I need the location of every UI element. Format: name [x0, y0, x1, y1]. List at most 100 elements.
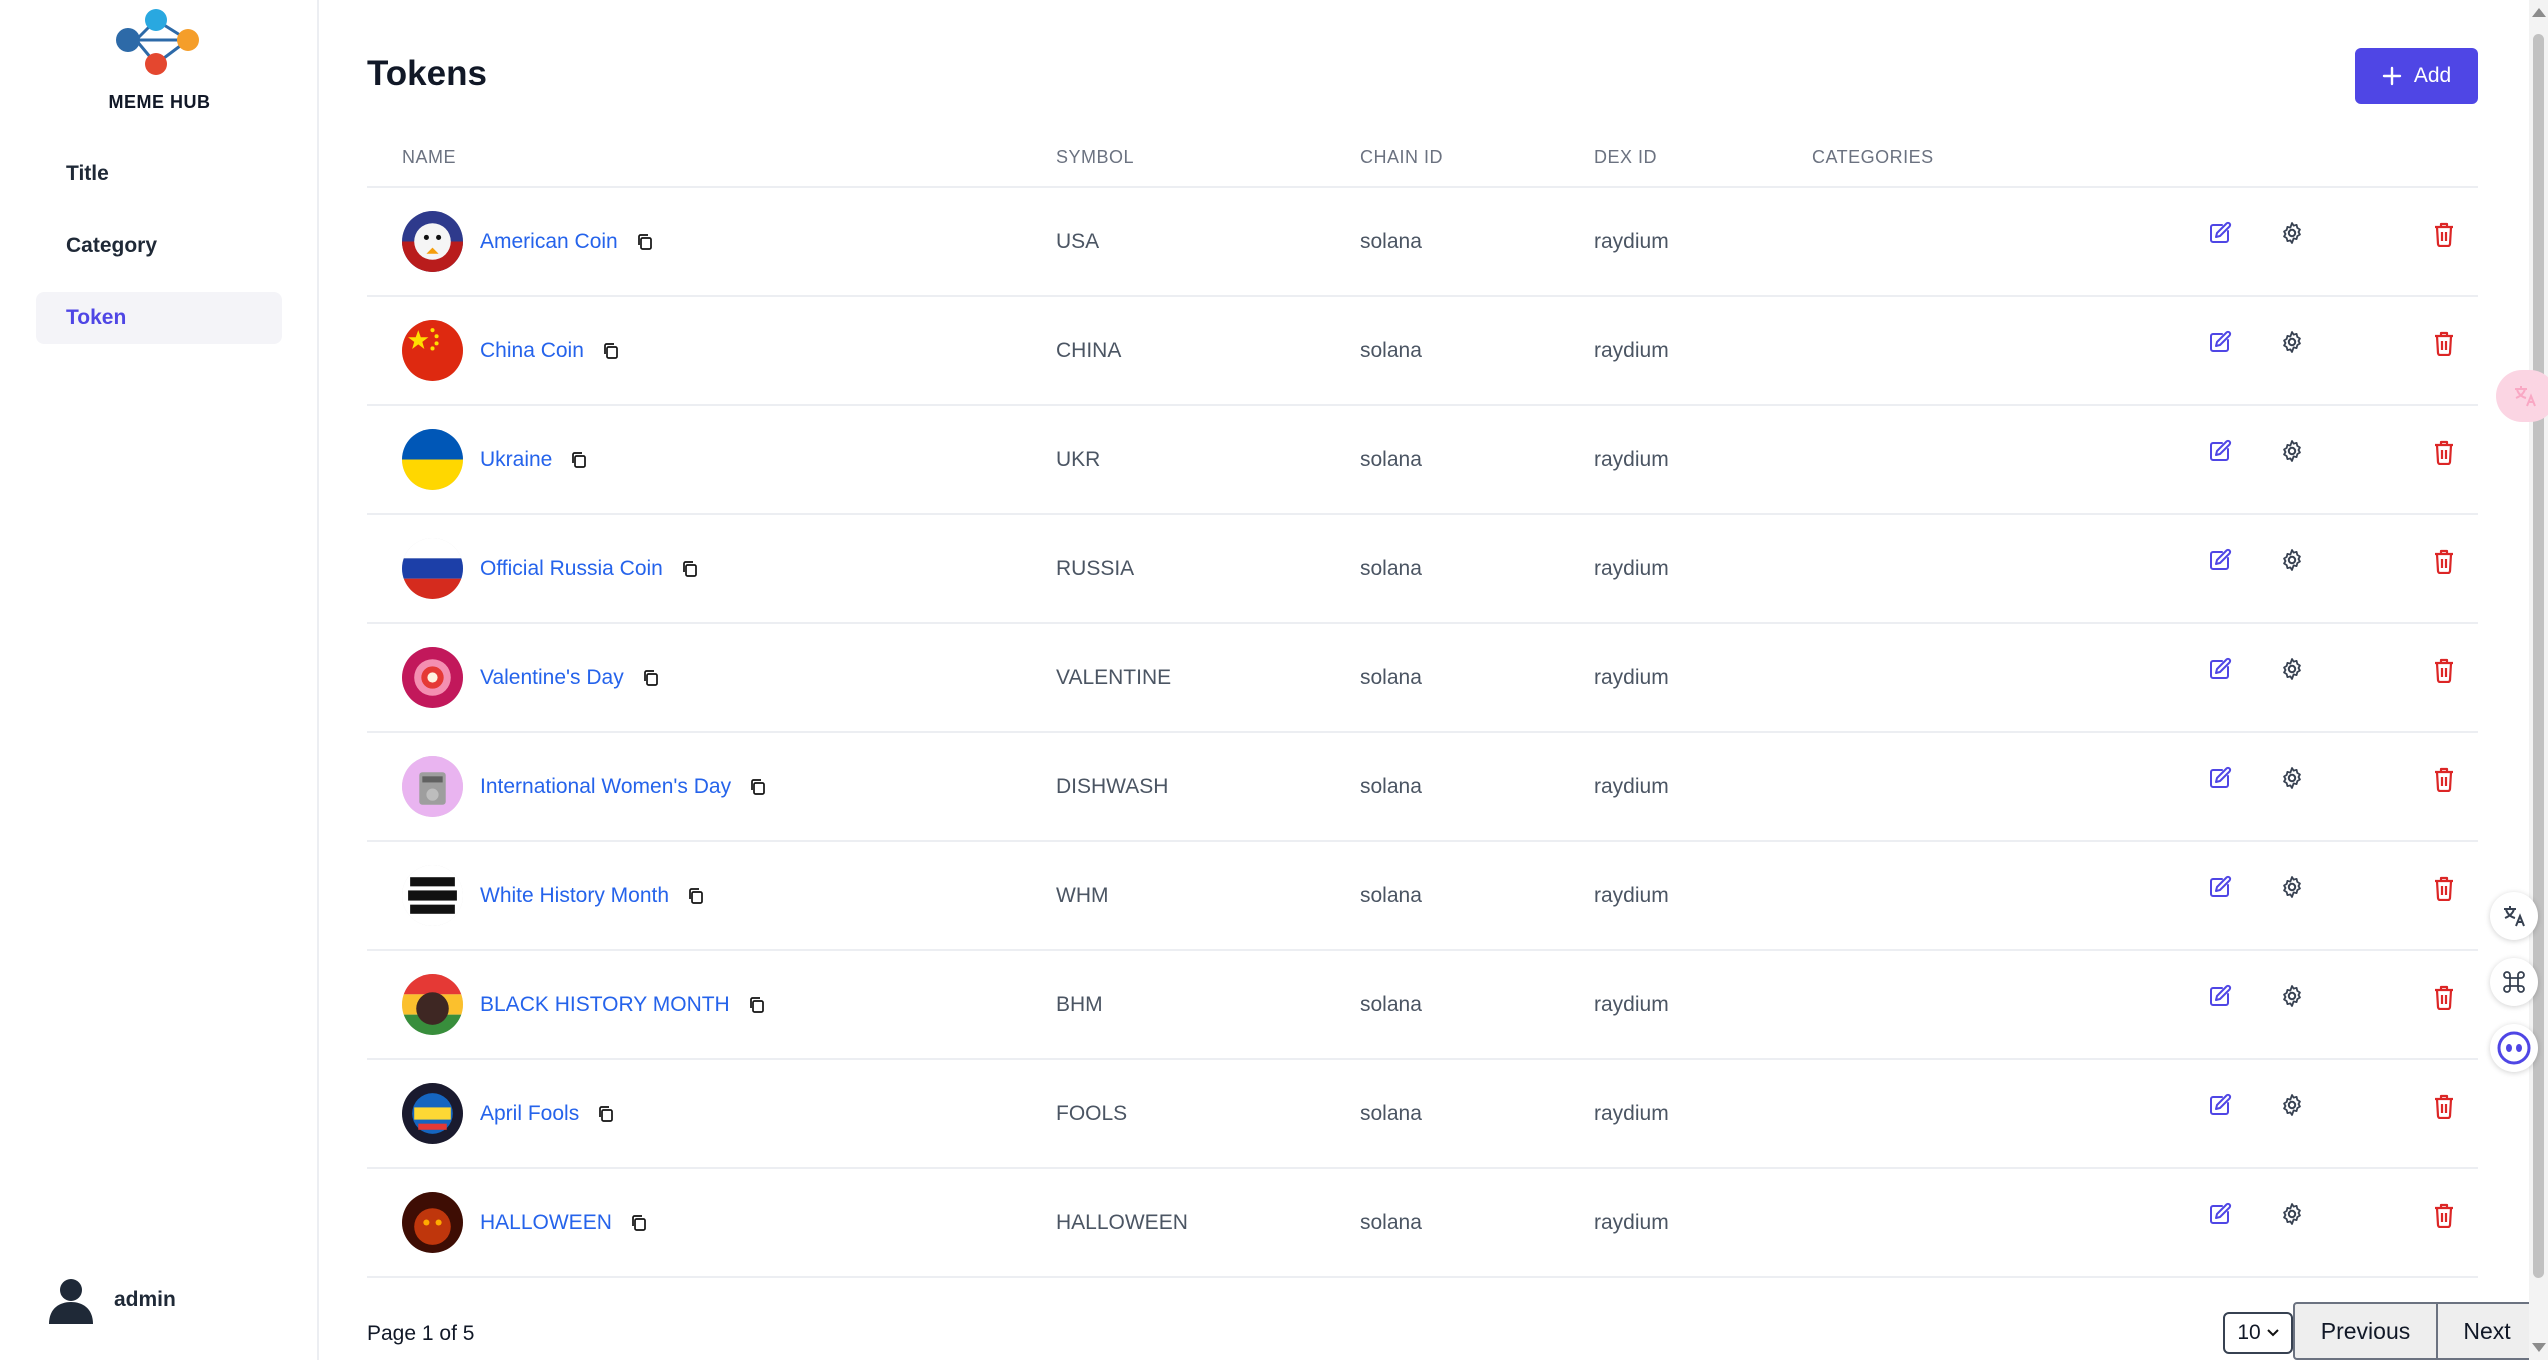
token-name-link[interactable]: Official Russia Coin — [480, 557, 663, 581]
gear-icon[interactable] — [2280, 1202, 2304, 1231]
token-name-link[interactable]: Ukraine — [480, 448, 552, 472]
add-token-button[interactable]: Add — [2355, 48, 2478, 104]
trash-icon[interactable] — [2432, 984, 2456, 1015]
edit-icon[interactable] — [2208, 548, 2232, 577]
assistant-icon — [2497, 1031, 2531, 1065]
chain-id-cell: solana — [1360, 1101, 1422, 1125]
gear-icon[interactable] — [2280, 548, 2304, 577]
edit-icon[interactable] — [2208, 221, 2232, 250]
token-name-link[interactable]: American Coin — [480, 230, 618, 254]
chain-id-cell: solana — [1360, 665, 1422, 689]
edit-icon[interactable] — [2208, 439, 2232, 468]
assistant-widget-button[interactable] — [2490, 1024, 2538, 1072]
translate-widget-button[interactable] — [2490, 892, 2538, 940]
chain-id-cell: solana — [1360, 447, 1422, 471]
trash-icon[interactable] — [2432, 221, 2456, 252]
trash-icon[interactable] — [2432, 548, 2456, 579]
trash-icon[interactable] — [2432, 330, 2456, 361]
copy-icon[interactable] — [602, 342, 620, 360]
symbol-cell: RUSSIA — [1056, 556, 1135, 580]
chain-id-cell: solana — [1360, 1210, 1422, 1234]
gear-icon[interactable] — [2280, 439, 2304, 468]
previous-page-button[interactable]: Previous — [2293, 1302, 2438, 1360]
gear-icon[interactable] — [2280, 657, 2304, 686]
copy-icon[interactable] — [636, 233, 654, 251]
token-name-link[interactable]: China Coin — [480, 339, 584, 363]
token-name-link[interactable]: Valentine's Day — [480, 666, 624, 690]
edit-icon[interactable] — [2208, 875, 2232, 904]
name-cell: Valentine's Day — [402, 624, 660, 731]
sidebar-item-token[interactable]: Token — [36, 292, 282, 344]
name-cell: White History Month — [402, 842, 705, 949]
gear-icon[interactable] — [2280, 875, 2304, 904]
page-info: Page 1 of 5 — [367, 1322, 475, 1345]
user-name: admin — [114, 1288, 176, 1311]
token-avatar — [402, 211, 463, 272]
edit-icon[interactable] — [2208, 330, 2232, 359]
vertical-scrollbar[interactable] — [2529, 0, 2548, 1360]
name-cell: BLACK HISTORY MONTH — [402, 951, 766, 1058]
symbol-cell: CHINA — [1056, 338, 1122, 362]
apps-widget-button[interactable] — [2490, 958, 2538, 1006]
dex-id-cell: raydium — [1594, 883, 1669, 907]
copy-icon[interactable] — [630, 1214, 648, 1232]
command-icon — [2503, 971, 2525, 993]
dex-id-cell: raydium — [1594, 338, 1669, 362]
user-profile[interactable]: admin — [46, 1276, 176, 1324]
logo-icon — [116, 9, 199, 75]
copy-icon[interactable] — [687, 887, 705, 905]
copy-icon[interactable] — [681, 560, 699, 578]
dex-id-cell: raydium — [1594, 556, 1669, 580]
symbol-cell: VALENTINE — [1056, 665, 1172, 689]
column-header-symbol[interactable]: SYMBOL — [1056, 147, 1134, 168]
next-page-button[interactable]: Next — [2438, 1302, 2538, 1360]
edit-icon[interactable] — [2208, 1202, 2232, 1231]
edit-icon[interactable] — [2208, 766, 2232, 795]
token-name-link[interactable]: April Fools — [480, 1102, 579, 1126]
translate-icon — [2515, 386, 2536, 407]
table-row: China Coin CHINA solana raydium — [367, 297, 2478, 406]
scroll-down-arrow-icon[interactable] — [2532, 1343, 2546, 1352]
gear-icon[interactable] — [2280, 766, 2304, 795]
table-row: Ukraine UKR solana raydium — [367, 406, 2478, 515]
copy-icon[interactable] — [597, 1105, 615, 1123]
copy-icon[interactable] — [570, 451, 588, 469]
gear-icon[interactable] — [2280, 221, 2304, 250]
trash-icon[interactable] — [2432, 439, 2456, 470]
token-name-link[interactable]: BLACK HISTORY MONTH — [480, 993, 730, 1017]
token-name-link[interactable]: HALLOWEEN — [480, 1211, 612, 1235]
column-header-name[interactable]: NAME — [402, 147, 456, 168]
token-name-link[interactable]: International Women's Day — [480, 775, 731, 799]
token-avatar — [402, 538, 463, 599]
name-cell: HALLOWEEN — [402, 1169, 648, 1276]
column-header-chain-id[interactable]: CHAIN ID — [1360, 147, 1443, 168]
edit-icon[interactable] — [2208, 1093, 2232, 1122]
copy-icon[interactable] — [748, 996, 766, 1014]
gear-icon[interactable] — [2280, 1093, 2304, 1122]
trash-icon[interactable] — [2432, 1093, 2456, 1124]
edit-icon[interactable] — [2208, 984, 2232, 1013]
symbol-cell: UKR — [1056, 447, 1101, 471]
sidebar-item-title[interactable]: Title — [36, 148, 282, 200]
copy-icon[interactable] — [642, 669, 660, 687]
trash-icon[interactable] — [2432, 766, 2456, 797]
edit-icon[interactable] — [2208, 657, 2232, 686]
token-name-link[interactable]: White History Month — [480, 884, 669, 908]
translate-pill[interactable] — [2496, 370, 2548, 422]
symbol-cell: HALLOWEEN — [1056, 1210, 1188, 1234]
gear-icon[interactable] — [2280, 330, 2304, 359]
name-cell: Official Russia Coin — [402, 515, 699, 622]
page-size-select[interactable]: 10 — [2223, 1312, 2293, 1354]
trash-icon[interactable] — [2432, 657, 2456, 688]
scroll-up-arrow-icon[interactable] — [2532, 8, 2546, 17]
column-header-dex-id[interactable]: DEX ID — [1594, 147, 1657, 168]
scroll-thumb[interactable] — [2533, 34, 2544, 1278]
copy-icon[interactable] — [749, 778, 767, 796]
gear-icon[interactable] — [2280, 984, 2304, 1013]
column-header-categories[interactable]: CATEGORIES — [1812, 147, 1934, 168]
trash-icon[interactable] — [2432, 1202, 2456, 1233]
trash-icon[interactable] — [2432, 875, 2456, 906]
sidebar-item-category[interactable]: Category — [36, 220, 282, 272]
chain-id-cell: solana — [1360, 774, 1422, 798]
token-avatar — [402, 1192, 463, 1253]
